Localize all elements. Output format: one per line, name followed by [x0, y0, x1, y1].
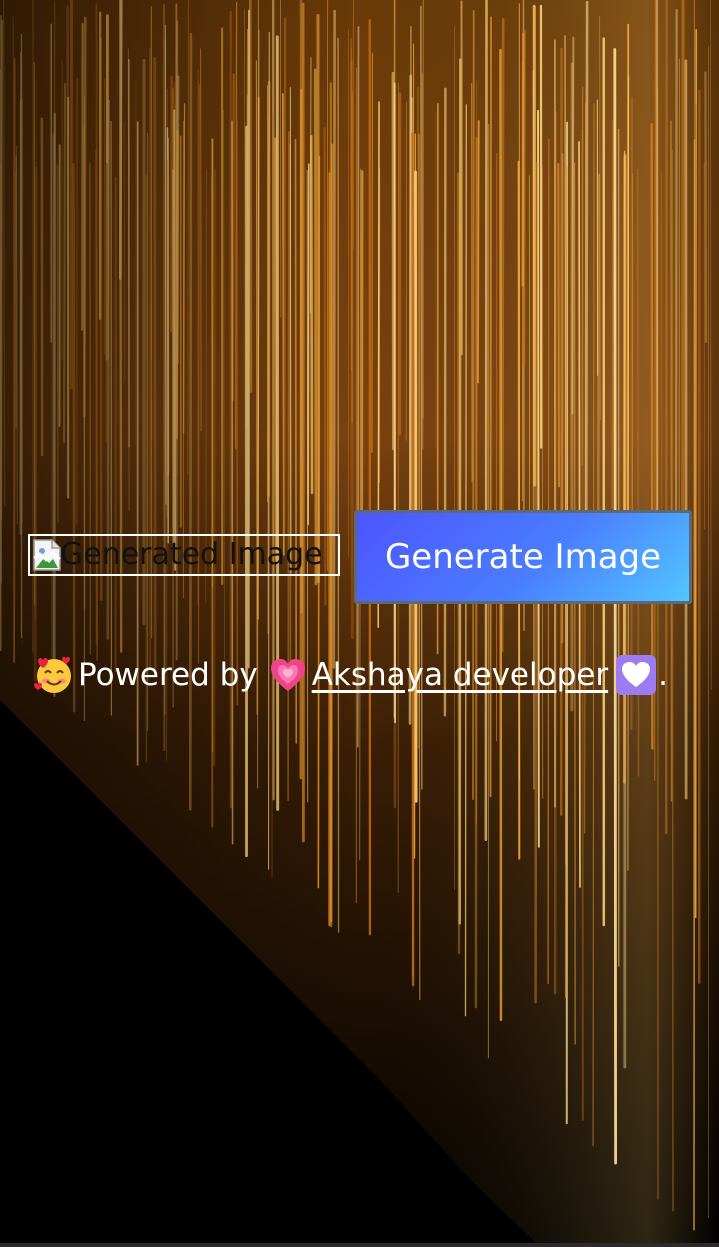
page: Generated Image Generate Image Powered b…	[0, 0, 719, 1247]
smiling-face-with-hearts-icon	[34, 656, 71, 693]
growing-heart-icon	[270, 659, 305, 691]
golden-streaks-background	[0, 0, 719, 1247]
powered-by-label: Powered by	[78, 657, 258, 693]
bottom-edge-bar	[0, 1243, 719, 1247]
powered-by-credit: Powered by Akshaya developer .	[32, 652, 668, 698]
generate-image-button[interactable]: Generate Image	[354, 510, 692, 604]
generated-image: Generated Image	[28, 534, 340, 576]
broken-image-icon	[33, 539, 61, 571]
white-heart-icon	[616, 655, 657, 695]
developer-link-text: Akshaya developer	[311, 657, 609, 693]
developer-link[interactable]: Akshaya developer	[266, 653, 658, 697]
generated-image-alt-text: Generated Image	[60, 537, 323, 572]
credit-period: .	[658, 657, 668, 693]
